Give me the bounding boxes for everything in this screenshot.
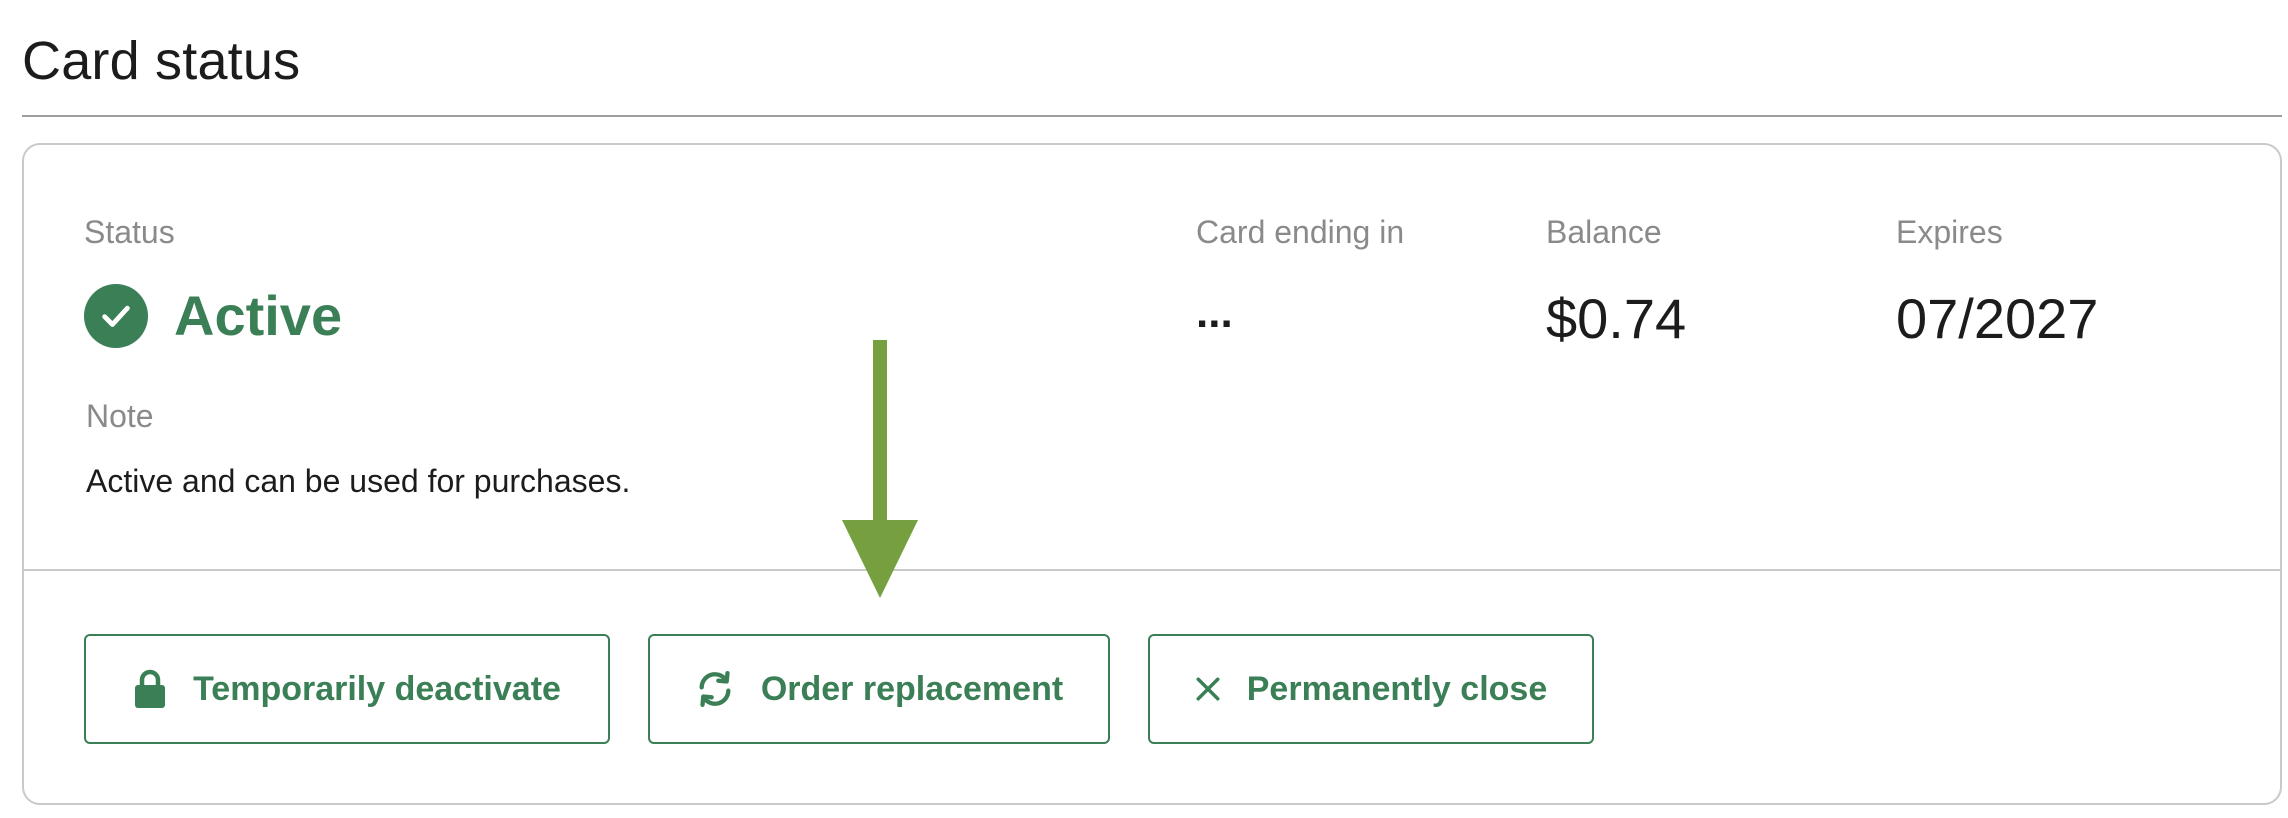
order-replacement-label: Order replacement xyxy=(760,669,1064,708)
expires-label: Expires xyxy=(1896,214,2003,250)
title-divider xyxy=(22,115,2282,117)
status-value: Active xyxy=(174,284,343,347)
card-status-panel: Status Active Card ending in ... Balance… xyxy=(22,143,2282,805)
status-label: Status xyxy=(84,214,175,250)
note-label: Note xyxy=(86,398,154,434)
note-value: Active and can be used for purchases. xyxy=(86,463,631,499)
temporarily-deactivate-label: Temporarily deactivate xyxy=(193,669,561,708)
close-icon xyxy=(1195,676,1221,702)
permanently-close-button[interactable]: Permanently close xyxy=(1148,634,1594,744)
order-replacement-button[interactable]: Order replacement xyxy=(648,634,1110,744)
balance-value: $0.74 xyxy=(1546,287,1687,350)
refresh-icon xyxy=(695,669,735,709)
page-title: Card status xyxy=(22,31,301,91)
annotation-arrow-icon xyxy=(842,340,918,598)
lock-icon xyxy=(133,669,167,709)
expires-value: 07/2027 xyxy=(1896,287,2099,350)
balance-label: Balance xyxy=(1546,214,1662,250)
card-ending-label: Card ending in xyxy=(1196,214,1405,250)
permanently-close-label: Permanently close xyxy=(1246,669,1548,708)
checkmark-icon xyxy=(84,283,148,348)
panel-divider xyxy=(24,569,2280,571)
temporarily-deactivate-button[interactable]: Temporarily deactivate xyxy=(84,634,610,744)
status-indicator: Active xyxy=(84,283,342,348)
card-ending-value: ... xyxy=(1196,288,1233,337)
